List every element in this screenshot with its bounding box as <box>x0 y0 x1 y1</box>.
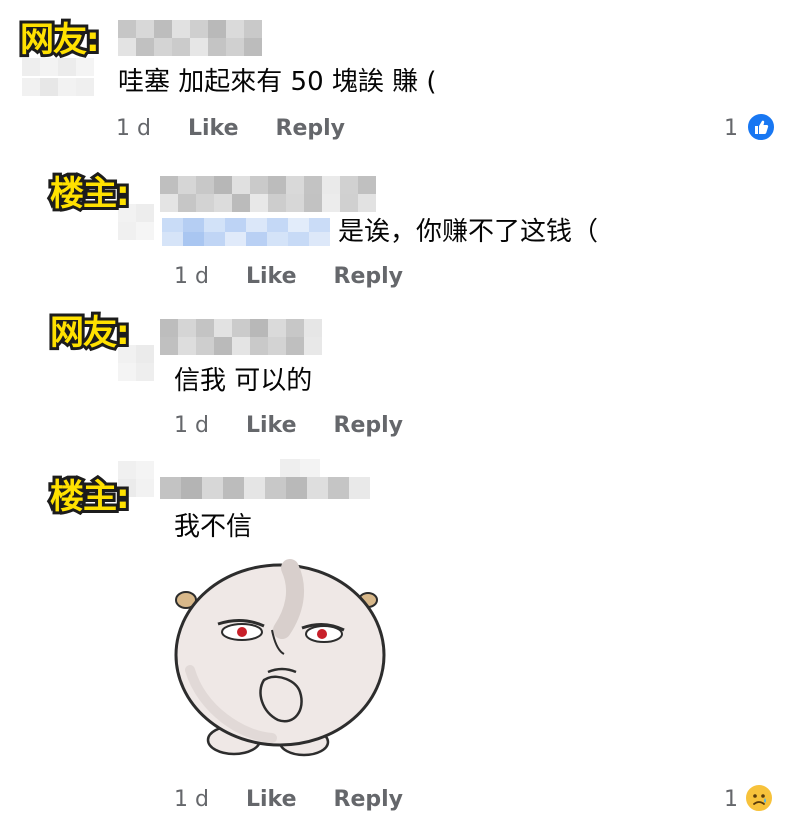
comment-meta: 1 d Like Reply <box>174 787 403 813</box>
like-button[interactable]: Like <box>246 264 297 289</box>
comment-3: 网友: 信我 可以的 1 d Like Reply <box>0 305 800 450</box>
like-button[interactable]: Like <box>246 413 297 438</box>
comment-meta: 1 d Like Reply <box>116 116 345 142</box>
comment-meta: 1 d Like Reply <box>174 264 403 290</box>
author-name-blurred[interactable] <box>118 20 273 56</box>
timestamp[interactable]: 1 d <box>174 413 209 438</box>
commenter-tag: 网友: <box>17 17 103 63</box>
author-name-blurred[interactable] <box>160 477 370 499</box>
reaction-count[interactable]: 1 <box>724 787 738 813</box>
mention-blurred[interactable] <box>162 218 330 246</box>
comment-text: 哇塞 加起來有 50 塊誒 賺 ( <box>118 67 437 97</box>
reply-button[interactable]: Reply <box>276 116 346 141</box>
sad-reaction-icon[interactable] <box>744 783 774 813</box>
poster-tag: 楼主: <box>47 474 133 520</box>
comment-text: 信我 可以的 <box>174 366 313 396</box>
timestamp[interactable]: 1 d <box>116 116 151 141</box>
reaction-count[interactable]: 1 <box>724 116 738 142</box>
comment-4: 楼主: 我不信 1 d Like Reply 1 <box>0 455 800 835</box>
reply-button[interactable]: Reply <box>334 264 404 289</box>
poster-tag: 楼主: <box>47 171 133 217</box>
author-name-blurred[interactable] <box>160 176 376 212</box>
skeptical-blob-sticker[interactable] <box>172 550 392 760</box>
like-button[interactable]: Like <box>188 116 239 141</box>
avatar-blurred[interactable] <box>22 58 94 98</box>
comment-text: 是诶，你赚不了这钱（ <box>338 217 599 247</box>
reply-button[interactable]: Reply <box>334 413 404 438</box>
reply-button[interactable]: Reply <box>334 787 404 812</box>
timestamp[interactable]: 1 d <box>174 787 209 812</box>
comment-meta: 1 d Like Reply <box>174 413 403 439</box>
like-icon[interactable] <box>746 112 776 142</box>
author-name-blurred-top <box>280 459 320 477</box>
like-button[interactable]: Like <box>246 787 297 812</box>
author-name-blurred[interactable] <box>160 319 332 355</box>
comment-text: 我不信 <box>174 512 253 542</box>
comment-1: 网友: 哇塞 加起來有 50 塊誒 賺 ( 1 d Like Reply 1 <box>0 0 800 150</box>
comment-2: 楼主: 是诶，你赚不了这钱（ 1 d Like Reply <box>0 160 800 300</box>
timestamp[interactable]: 1 d <box>174 264 209 289</box>
commenter-tag: 网友: <box>47 310 133 356</box>
